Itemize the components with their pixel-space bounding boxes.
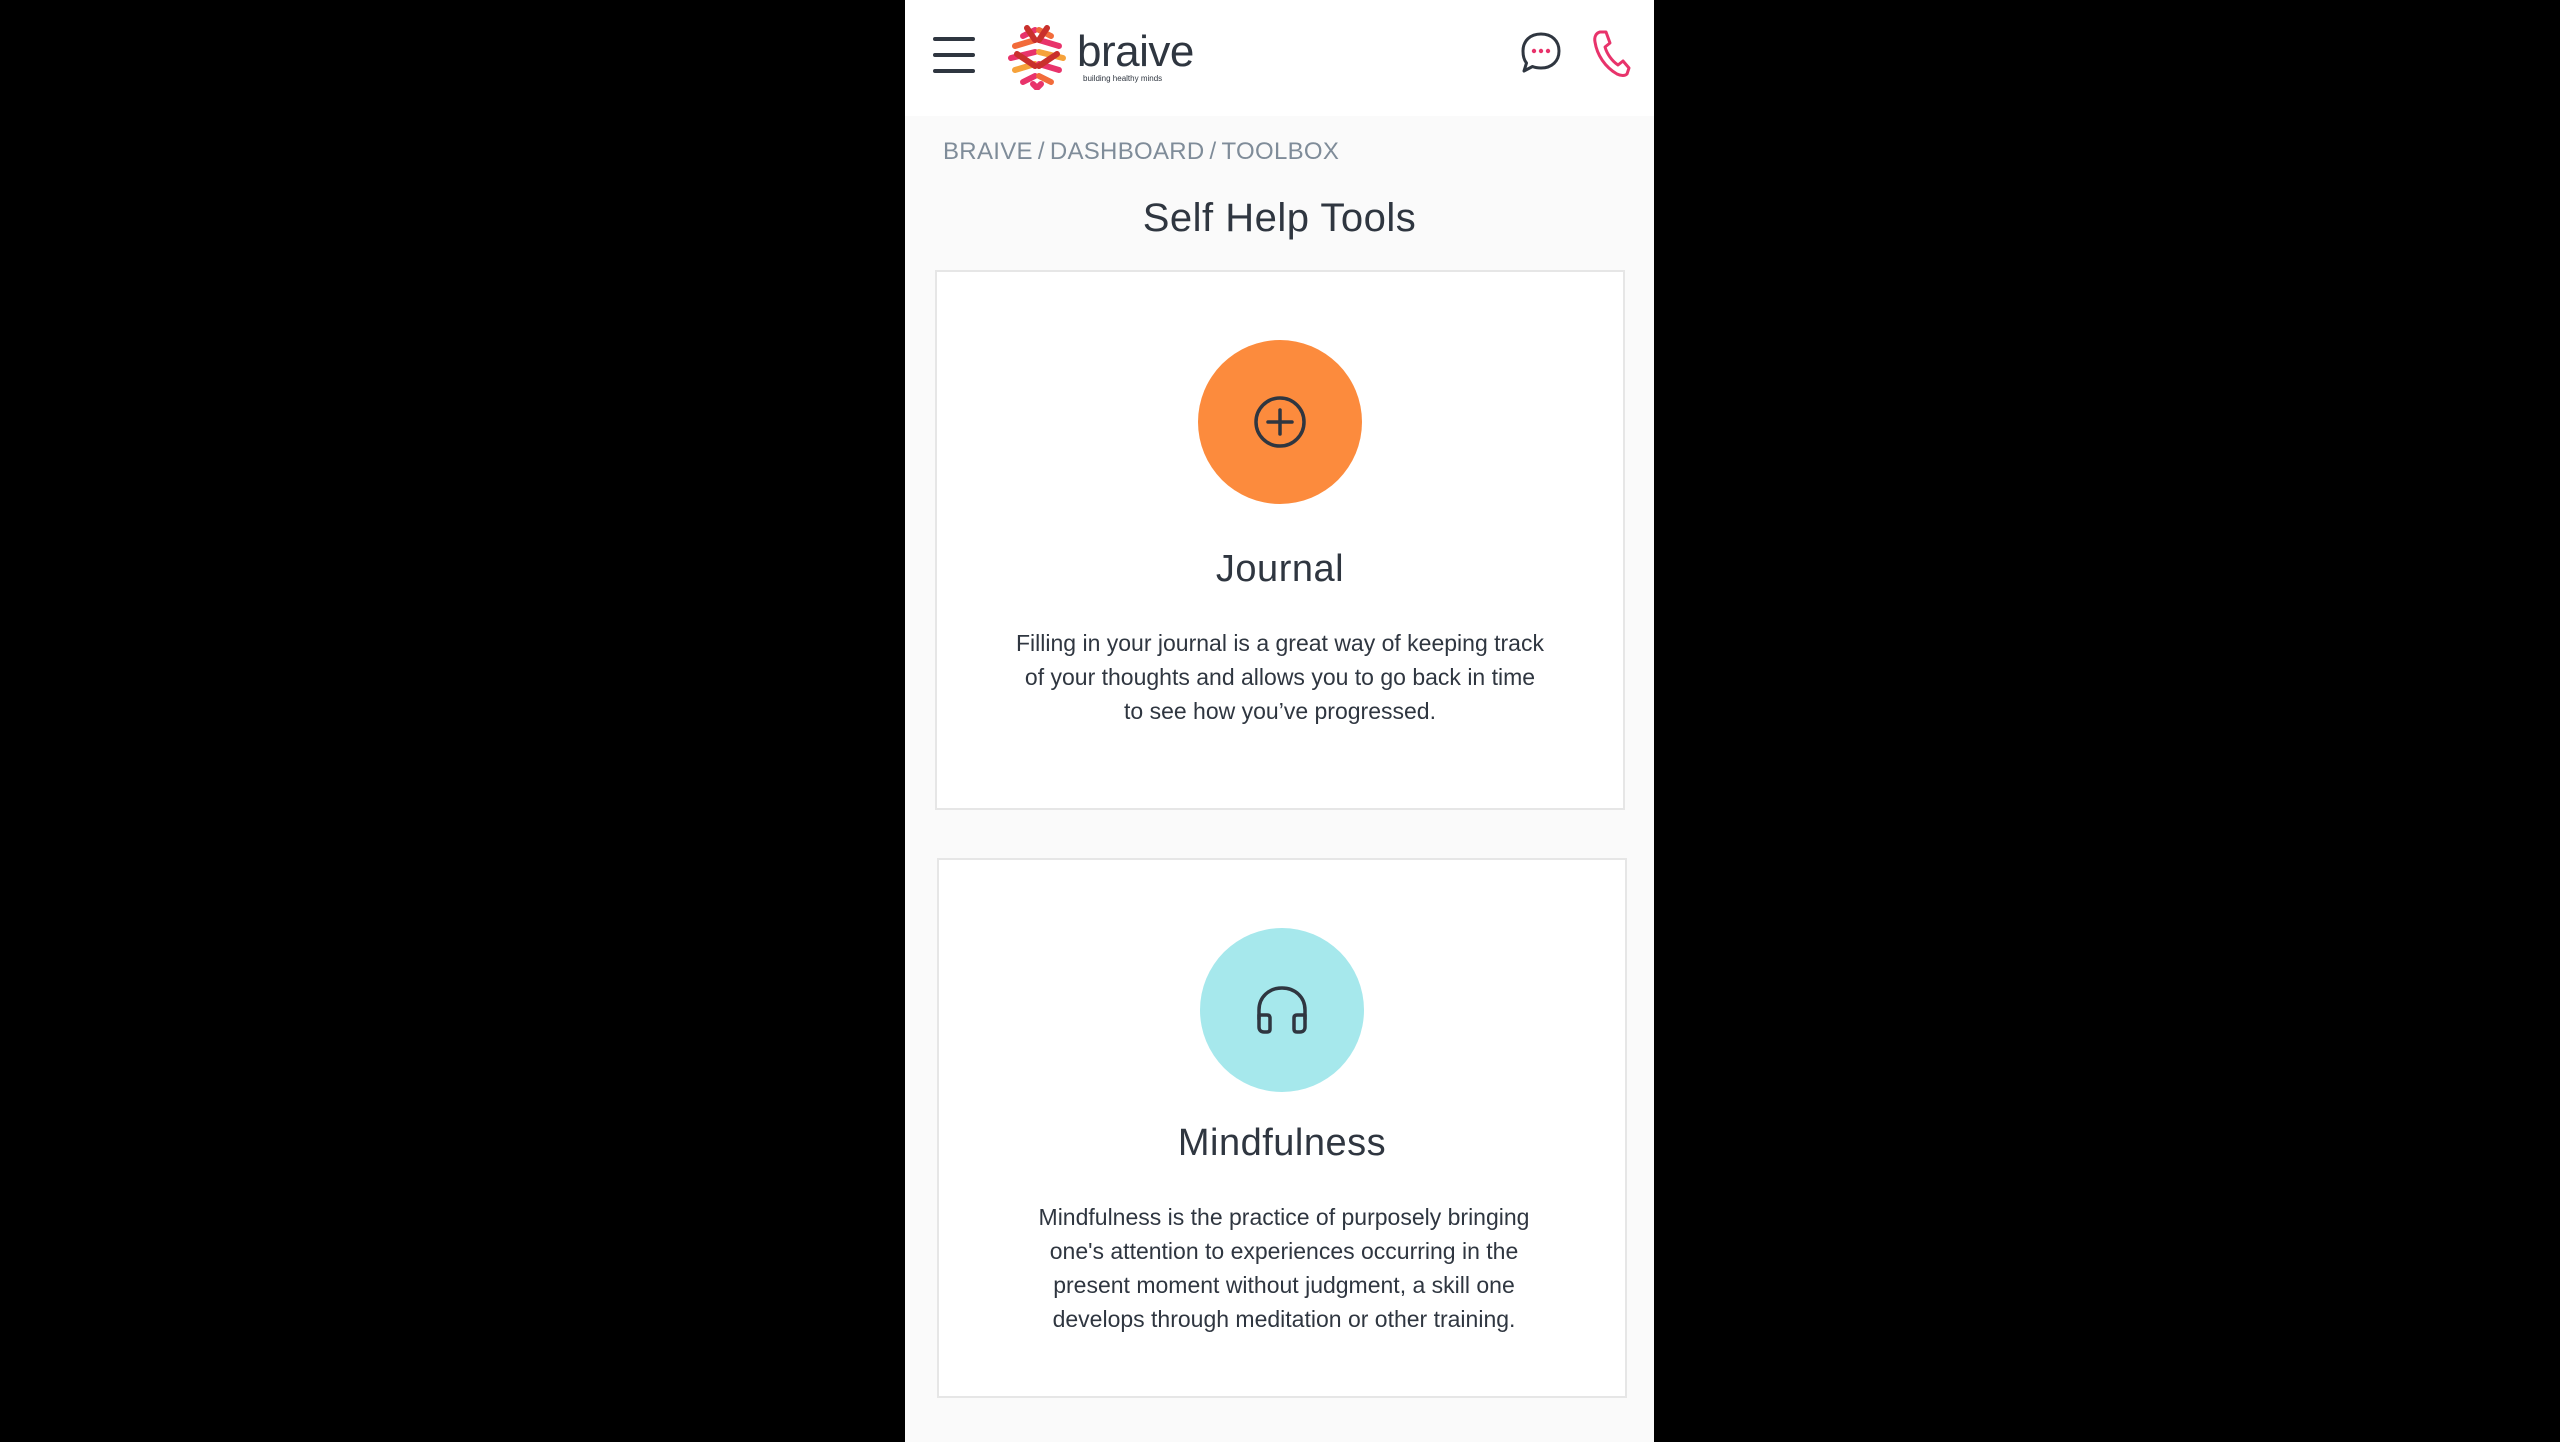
top-header: braive building healthy minds (905, 0, 1654, 116)
chat-button[interactable] (1519, 30, 1563, 76)
tool-description: Mindfulness is the practice of purposely… (1038, 1204, 1530, 1332)
tool-title: Journal (1215, 548, 1345, 590)
braive-logo[interactable]: braive building healthy minds (1005, 24, 1205, 92)
phone-icon (1593, 30, 1631, 77)
app-screen: braive building healthy minds BRAIVE / DAS… (905, 0, 1654, 1442)
page-title: Self Help Tools (1142, 196, 1417, 240)
tool-title: Mindfulness (1177, 1122, 1387, 1164)
breadcrumb-separator: / (1209, 138, 1217, 165)
hamburger-menu-icon (933, 37, 975, 41)
breadcrumb-dashboard[interactable]: DASHBOARD (1050, 138, 1205, 165)
breadcrumb: BRAIVE / DASHBOARD / TOOLBOX (943, 138, 1339, 166)
mindfulness-icon-circle (1200, 928, 1364, 1092)
brain-logo-icon (1008, 25, 1066, 90)
plus-circle-icon (1254, 396, 1306, 448)
tool-card-mindfulness[interactable]: Mindfulness Mindfulness is the practice … (937, 858, 1627, 1398)
tool-description: Filling in your journal is a great way o… (1016, 630, 1544, 724)
headphones-icon (1257, 986, 1307, 1034)
journal-icon-circle (1198, 340, 1362, 504)
tool-card-journal[interactable]: Journal Filling in your journal is a gre… (935, 270, 1625, 810)
breadcrumb-toolbox[interactable]: TOOLBOX (1222, 138, 1340, 165)
menu-button[interactable] (933, 37, 975, 73)
brand-tagline: building healthy minds (1083, 74, 1163, 83)
brand-name: braive (1077, 27, 1194, 76)
chat-bubble-icon (1521, 32, 1561, 73)
call-button[interactable] (1591, 28, 1631, 78)
breadcrumb-separator: / (1037, 138, 1045, 165)
breadcrumb-braive[interactable]: BRAIVE (943, 138, 1033, 165)
